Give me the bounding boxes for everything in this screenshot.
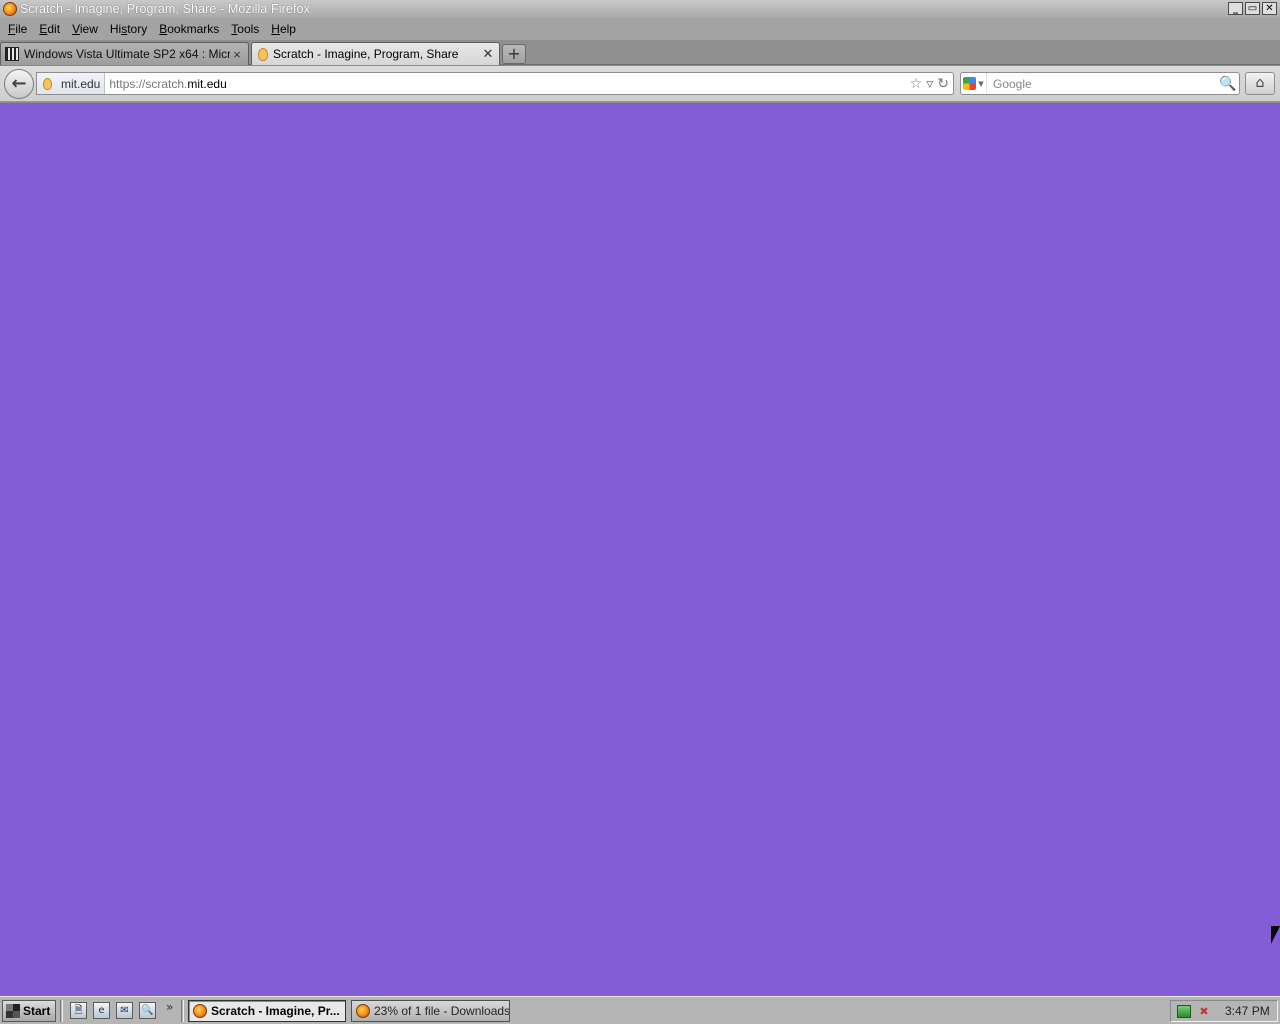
tab-windows-vista[interactable]: Windows Vista Ultimate SP2 x64 : Microso… [0,42,249,65]
taskbar-button-label: Scratch - Imagine, Pr... [211,1004,340,1018]
url-text[interactable]: https://scratch.mit.edu [109,77,909,91]
menu-bookmarks[interactable]: Bookmarks [153,22,225,36]
url-bar-icons: ☆ ▿ ↻ [910,76,949,92]
home-button[interactable]: ⌂ [1245,72,1275,95]
quick-launch: 🗎 e ✉ 🔍 [70,1002,156,1019]
restore-button[interactable]: ▭ [1245,2,1260,15]
windows-logo-icon [6,1004,20,1018]
url-bar[interactable]: mit.edu https://scratch.mit.edu ☆ ▿ ↻ [36,72,954,95]
taskbar-button-downloads[interactable]: 23% of 1 file - Downloads [351,1000,510,1022]
internet-explorer-icon[interactable]: e [93,1002,110,1019]
network-icon[interactable] [1177,1004,1191,1018]
menu-bar: File Edit View History Bookmarks Tools H… [0,18,1280,40]
close-button[interactable]: ✕ [1262,2,1277,15]
start-button[interactable]: Start [2,1000,56,1022]
menu-tools[interactable]: Tools [225,22,265,36]
tab-scratch[interactable]: Scratch - Imagine, Program, Share ✕ [251,42,500,65]
taskbar-button-firefox[interactable]: Scratch - Imagine, Pr... [188,1000,346,1022]
tab-strip: Windows Vista Ultimate SP2 x64 : Microso… [0,40,1280,65]
reload-icon[interactable]: ↻ [937,76,949,92]
history-dropdown-icon[interactable]: ▿ [926,76,933,92]
site-identity-button[interactable]: mit.edu [37,73,106,94]
mouse-cursor-icon [1271,926,1280,944]
bookmark-star-icon[interactable]: ☆ [910,76,923,92]
tab-close-icon[interactable]: × [230,47,244,62]
menu-edit[interactable]: Edit [33,22,66,36]
mail-icon[interactable]: ✉ [116,1002,133,1019]
menu-file[interactable]: File [2,22,33,36]
navigation-bar: ← mit.edu https://scratch.mit.edu ☆ ▿ ↻ … [0,66,1280,102]
firefox-icon [193,1004,207,1018]
chevron-down-icon: ▼ [978,79,984,88]
menu-history[interactable]: History [104,22,153,36]
page-content[interactable] [0,103,1280,996]
search-engine-button[interactable]: ▼ [961,73,987,94]
taskbar-button-label: 23% of 1 file - Downloads [374,1004,510,1018]
title-bar: Scratch - Imagine, Program, Share - Mozi… [0,0,1280,18]
tab-close-icon[interactable]: ✕ [481,46,495,62]
firefox-icon [356,1004,370,1018]
window-title: Scratch - Imagine, Program, Share - Mozi… [20,2,310,16]
taskbar-separator [181,1000,184,1022]
site-identity-label: mit.edu [61,76,101,91]
search-bar: ▼ 🔍 [960,72,1240,95]
start-label: Start [23,1004,51,1018]
new-tab-button[interactable]: + [502,44,526,64]
search-input[interactable] [987,74,1217,93]
menu-view[interactable]: View [66,22,104,36]
menu-help[interactable]: Help [265,22,302,36]
search-icon[interactable]: 🔍 [1217,76,1239,92]
scratch-favicon-icon [43,77,52,90]
taskbar-separator [60,1000,63,1022]
taskbar: Start 🗎 e ✉ 🔍 » Scratch - Imagine, Pr...… [0,996,1280,1024]
url-host: mit.edu [187,76,227,91]
show-desktop-icon[interactable]: 🗎 [70,1002,87,1019]
google-logo-icon [963,77,977,90]
clock[interactable]: 3:47 PM [1225,1004,1270,1018]
firefox-logo-icon [3,2,17,16]
quick-launch-more-icon[interactable]: » [166,1000,173,1014]
minimize-button[interactable]: _ [1228,2,1243,15]
system-tray: ✖ 3:47 PM [1170,1000,1278,1022]
explorer-search-icon[interactable]: 🔍 [139,1002,156,1019]
security-alert-icon[interactable]: ✖ [1197,1005,1211,1018]
internet-archive-favicon-icon [5,47,19,61]
scratch-favicon-icon [258,47,268,61]
tab-label: Scratch - Imagine, Program, Share [273,47,459,61]
back-button[interactable]: ← [4,69,34,99]
window-controls: _ ▭ ✕ [1228,2,1277,15]
tab-label: Windows Vista Ultimate SP2 x64 : Microso… [24,47,230,61]
